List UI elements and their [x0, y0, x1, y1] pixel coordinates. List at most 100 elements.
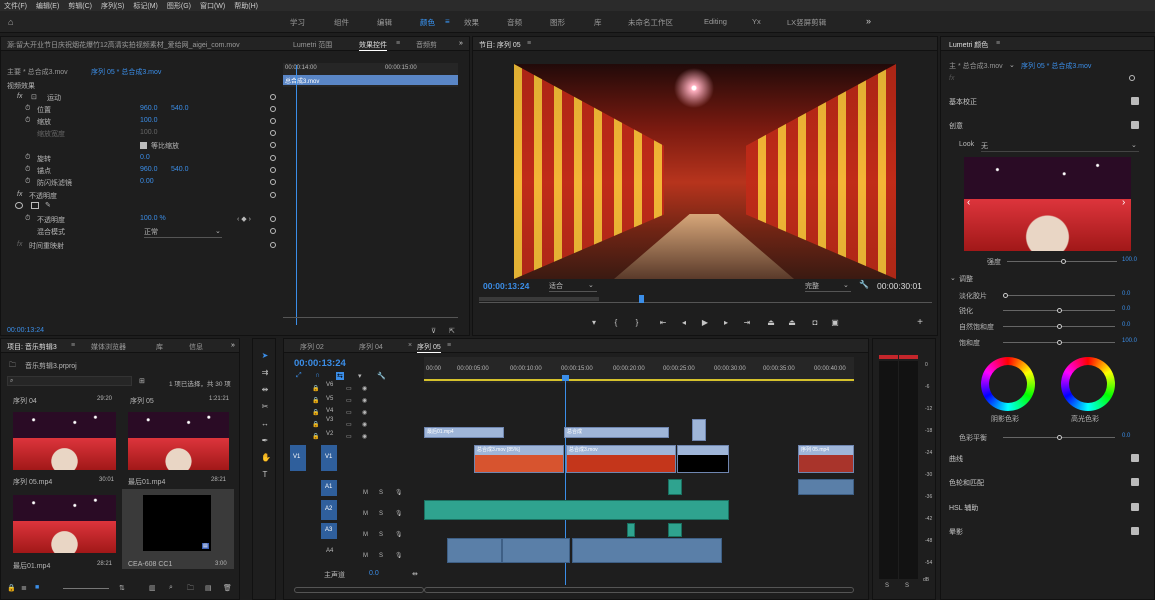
- workspace-graphics[interactable]: 图形: [550, 17, 565, 28]
- snap-toggle-icon[interactable]: ∩: [315, 372, 320, 379]
- program-menu-icon[interactable]: ≡: [527, 40, 531, 47]
- track-eye-icons[interactable]: ◉ ◉ ◉ ◉ ◉: [362, 383, 367, 443]
- tab-lumetri-scope[interactable]: Lumetri 范围: [293, 40, 332, 50]
- track-mic-icons[interactable]: 🎙 🎙 🎙 🎙: [395, 483, 403, 567]
- sequence-clip-label[interactable]: 序列 05 * 总合成3.mov: [91, 67, 161, 77]
- lumetri-sequence-clip[interactable]: 序列 05 * 总合成3.mov: [1021, 61, 1091, 71]
- mini-clip[interactable]: 总合成3.mov: [283, 75, 458, 85]
- program-video-frame[interactable]: [514, 64, 896, 279]
- vibrance-value[interactable]: 0.0: [1122, 322, 1130, 328]
- track-v1-target[interactable]: V1: [321, 445, 337, 471]
- track-sync-icons[interactable]: ▭ ▭ ▭ ▭ ▭: [346, 383, 352, 443]
- playhead-handle[interactable]: [562, 375, 569, 381]
- step-forward-icon[interactable]: ▸: [722, 319, 730, 327]
- intensity-slider[interactable]: [1007, 259, 1117, 264]
- close-tab-icon[interactable]: ×: [408, 342, 412, 349]
- reset-rotation-icon[interactable]: [270, 155, 276, 161]
- list-view-icon[interactable]: ≣: [21, 584, 27, 592]
- reset-uniform-icon[interactable]: [270, 142, 276, 148]
- menu-help[interactable]: 帮助(H): [234, 1, 258, 11]
- effect-controls-timecode[interactable]: 00:00:13:24: [7, 327, 44, 334]
- timeline-scrollbar[interactable]: [294, 587, 424, 593]
- selected-item-cea608[interactable]: ▤: [122, 489, 234, 569]
- tab-libraries[interactable]: 库: [156, 342, 163, 352]
- lumetri-master-clip[interactable]: 主 * 总合成3.mov: [949, 61, 1003, 71]
- extract-icon[interactable]: ⏏: [788, 319, 796, 327]
- more-workspaces-icon[interactable]: »: [866, 16, 871, 26]
- creative-enable-checkbox[interactable]: [1131, 121, 1139, 129]
- more-project-tabs-icon[interactable]: »: [231, 342, 235, 349]
- rotation-stopwatch-icon[interactable]: ⏱: [25, 154, 30, 162]
- tab-sequence-04[interactable]: 序列 04: [359, 342, 383, 352]
- slip-tool-icon[interactable]: ↔: [261, 420, 269, 428]
- menu-sequence[interactable]: 序列(S): [101, 1, 124, 11]
- tab-info[interactable]: 信息: [189, 342, 203, 352]
- tab-menu-icon[interactable]: ≡: [396, 40, 400, 47]
- intensity-value[interactable]: 100.0: [1122, 257, 1137, 263]
- reset-blend-icon[interactable]: [270, 228, 276, 234]
- intensity-knob[interactable]: [1061, 259, 1066, 264]
- antiflicker-stopwatch-icon[interactable]: ⏱: [25, 178, 30, 186]
- sharpen-value[interactable]: 0.0: [1122, 306, 1130, 312]
- workspace-editing[interactable]: 编辑: [377, 17, 392, 28]
- ripple-edit-tool-icon[interactable]: ⇹: [261, 386, 269, 394]
- linked-select-icon[interactable]: ⇆: [336, 372, 344, 380]
- new-bin-from-search-icon[interactable]: ⊞: [139, 377, 145, 385]
- mark-in-icon[interactable]: {: [612, 319, 620, 327]
- faded-film-slider[interactable]: [1003, 293, 1115, 298]
- menu-edit[interactable]: 编辑(E): [36, 1, 59, 11]
- mini-timeline[interactable]: 00:00:14:00 00:00:15:00 总合成3.mov: [283, 63, 458, 87]
- position-x-value[interactable]: 960.0: [140, 105, 158, 112]
- hand-tool-icon[interactable]: ✋: [261, 454, 271, 462]
- position-y-value[interactable]: 540.0: [171, 105, 189, 112]
- work-area-bar[interactable]: [424, 379, 854, 381]
- master-clip-label[interactable]: 主要 * 总合成3.mov: [7, 67, 68, 77]
- sharpen-slider[interactable]: [1003, 308, 1115, 313]
- fit-dropdown-icon[interactable]: ⌄: [588, 281, 594, 289]
- anchor-y-value[interactable]: 540.0: [171, 166, 189, 173]
- quality-dropdown-icon[interactable]: ⌄: [843, 281, 849, 289]
- track-a2-target[interactable]: A2: [321, 500, 337, 520]
- tab-sequence-05[interactable]: 序列 05: [417, 342, 441, 353]
- timeline-settings-icon[interactable]: 🔧: [377, 372, 386, 380]
- project-menu-icon[interactable]: ≡: [71, 342, 75, 349]
- lumetri-menu-icon[interactable]: ≡: [996, 40, 1000, 47]
- track-mute-icons[interactable]: MMMM: [363, 483, 368, 567]
- section-hsl[interactable]: HSL 辅助: [949, 503, 1139, 513]
- workspace-learn[interactable]: 学习: [290, 17, 305, 28]
- track-v6[interactable]: V6: [326, 382, 333, 388]
- track-lock-icons[interactable]: 🔒 🔒 🔒 🔒 🔒: [312, 383, 319, 443]
- rect-mask-icon[interactable]: [31, 202, 39, 209]
- pen-tool-icon[interactable]: ✒: [261, 437, 269, 445]
- reset-antiflicker-icon[interactable]: [270, 179, 276, 185]
- step-back-icon[interactable]: ◂: [680, 319, 688, 327]
- tab-project[interactable]: 项目: 音乐剪辑3: [7, 342, 57, 352]
- filter-icon[interactable]: ⊽: [431, 327, 436, 335]
- scale-value[interactable]: 100.0: [140, 117, 158, 124]
- tab-effect-controls[interactable]: 效果控件: [359, 40, 387, 51]
- master-track-end-icon[interactable]: ⇹: [412, 570, 418, 578]
- track-select-tool-icon[interactable]: ⇉: [261, 369, 269, 377]
- audio-clip-a4-a[interactable]: [447, 538, 502, 563]
- track-solo-icons[interactable]: SSSS: [379, 483, 383, 567]
- tint-balance-slider[interactable]: [1003, 435, 1115, 440]
- type-tool-icon[interactable]: T: [261, 471, 269, 479]
- keyframe-nav-icon[interactable]: ‹ ◆ ›: [237, 215, 251, 223]
- new-item-icon[interactable]: ▤: [205, 584, 212, 592]
- reset-scale-icon[interactable]: [270, 118, 276, 124]
- audio-clip-a4-c[interactable]: [572, 538, 722, 563]
- lift-icon[interactable]: ⏏: [767, 319, 775, 327]
- sort-icon[interactable]: ⇅: [119, 584, 125, 592]
- saturation-knob[interactable]: [1057, 340, 1062, 345]
- ellipse-mask-icon[interactable]: [15, 202, 23, 209]
- workspace-assembly[interactable]: 组件: [334, 17, 349, 28]
- audio-clip-a2[interactable]: [424, 500, 729, 520]
- anchor-stopwatch-icon[interactable]: ⏱: [25, 166, 30, 174]
- export-frame-icon[interactable]: ⇱: [449, 327, 455, 335]
- menu-window[interactable]: 窗口(W): [200, 1, 225, 11]
- tab-source[interactable]: 源:留大开业节日庆祝烟花爆竹12高清实拍视频素材_爱给网_aigei_com.m…: [7, 40, 277, 50]
- workspace-effects[interactable]: 效果: [464, 17, 479, 28]
- nest-toggle-icon[interactable]: ⤢: [296, 372, 302, 380]
- anchor-x-value[interactable]: 960.0: [140, 166, 158, 173]
- more-panels-icon[interactable]: »: [459, 40, 463, 47]
